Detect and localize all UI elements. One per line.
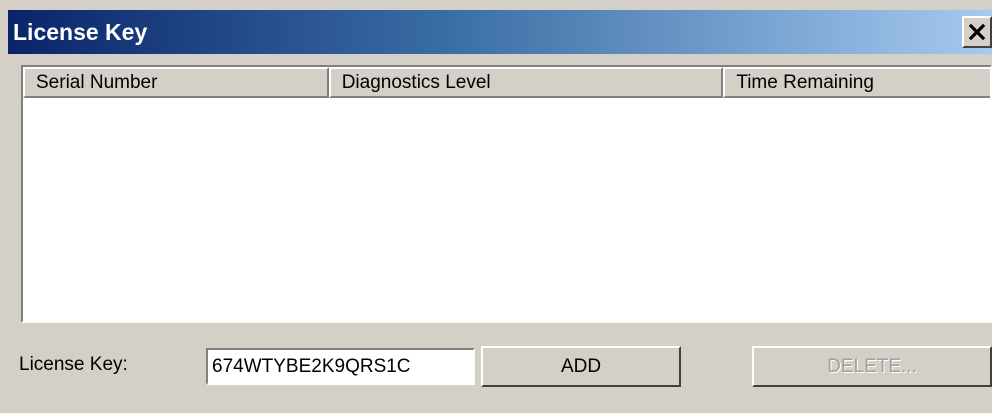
license-list[interactable]: Serial Number Diagnostics Level Time Rem… [21,65,992,323]
list-header: Serial Number Diagnostics Level Time Rem… [23,67,990,98]
license-key-input[interactable] [206,348,475,385]
delete-button: DELETE... [752,346,992,387]
close-button[interactable] [962,16,992,48]
window-title: License Key [13,19,148,45]
column-header-serial-number[interactable]: Serial Number [23,67,329,98]
column-header-diagnostics-level[interactable]: Diagnostics Level [328,67,724,98]
license-key-dialog: License Key Serial Number Diagnostics Le… [0,0,992,413]
add-button[interactable]: ADD [481,346,681,387]
column-header-time-remaining[interactable]: Time Remaining [723,67,990,98]
title-bar[interactable]: License Key [8,10,992,54]
license-key-label: License Key: [19,354,128,375]
close-icon [969,24,985,40]
